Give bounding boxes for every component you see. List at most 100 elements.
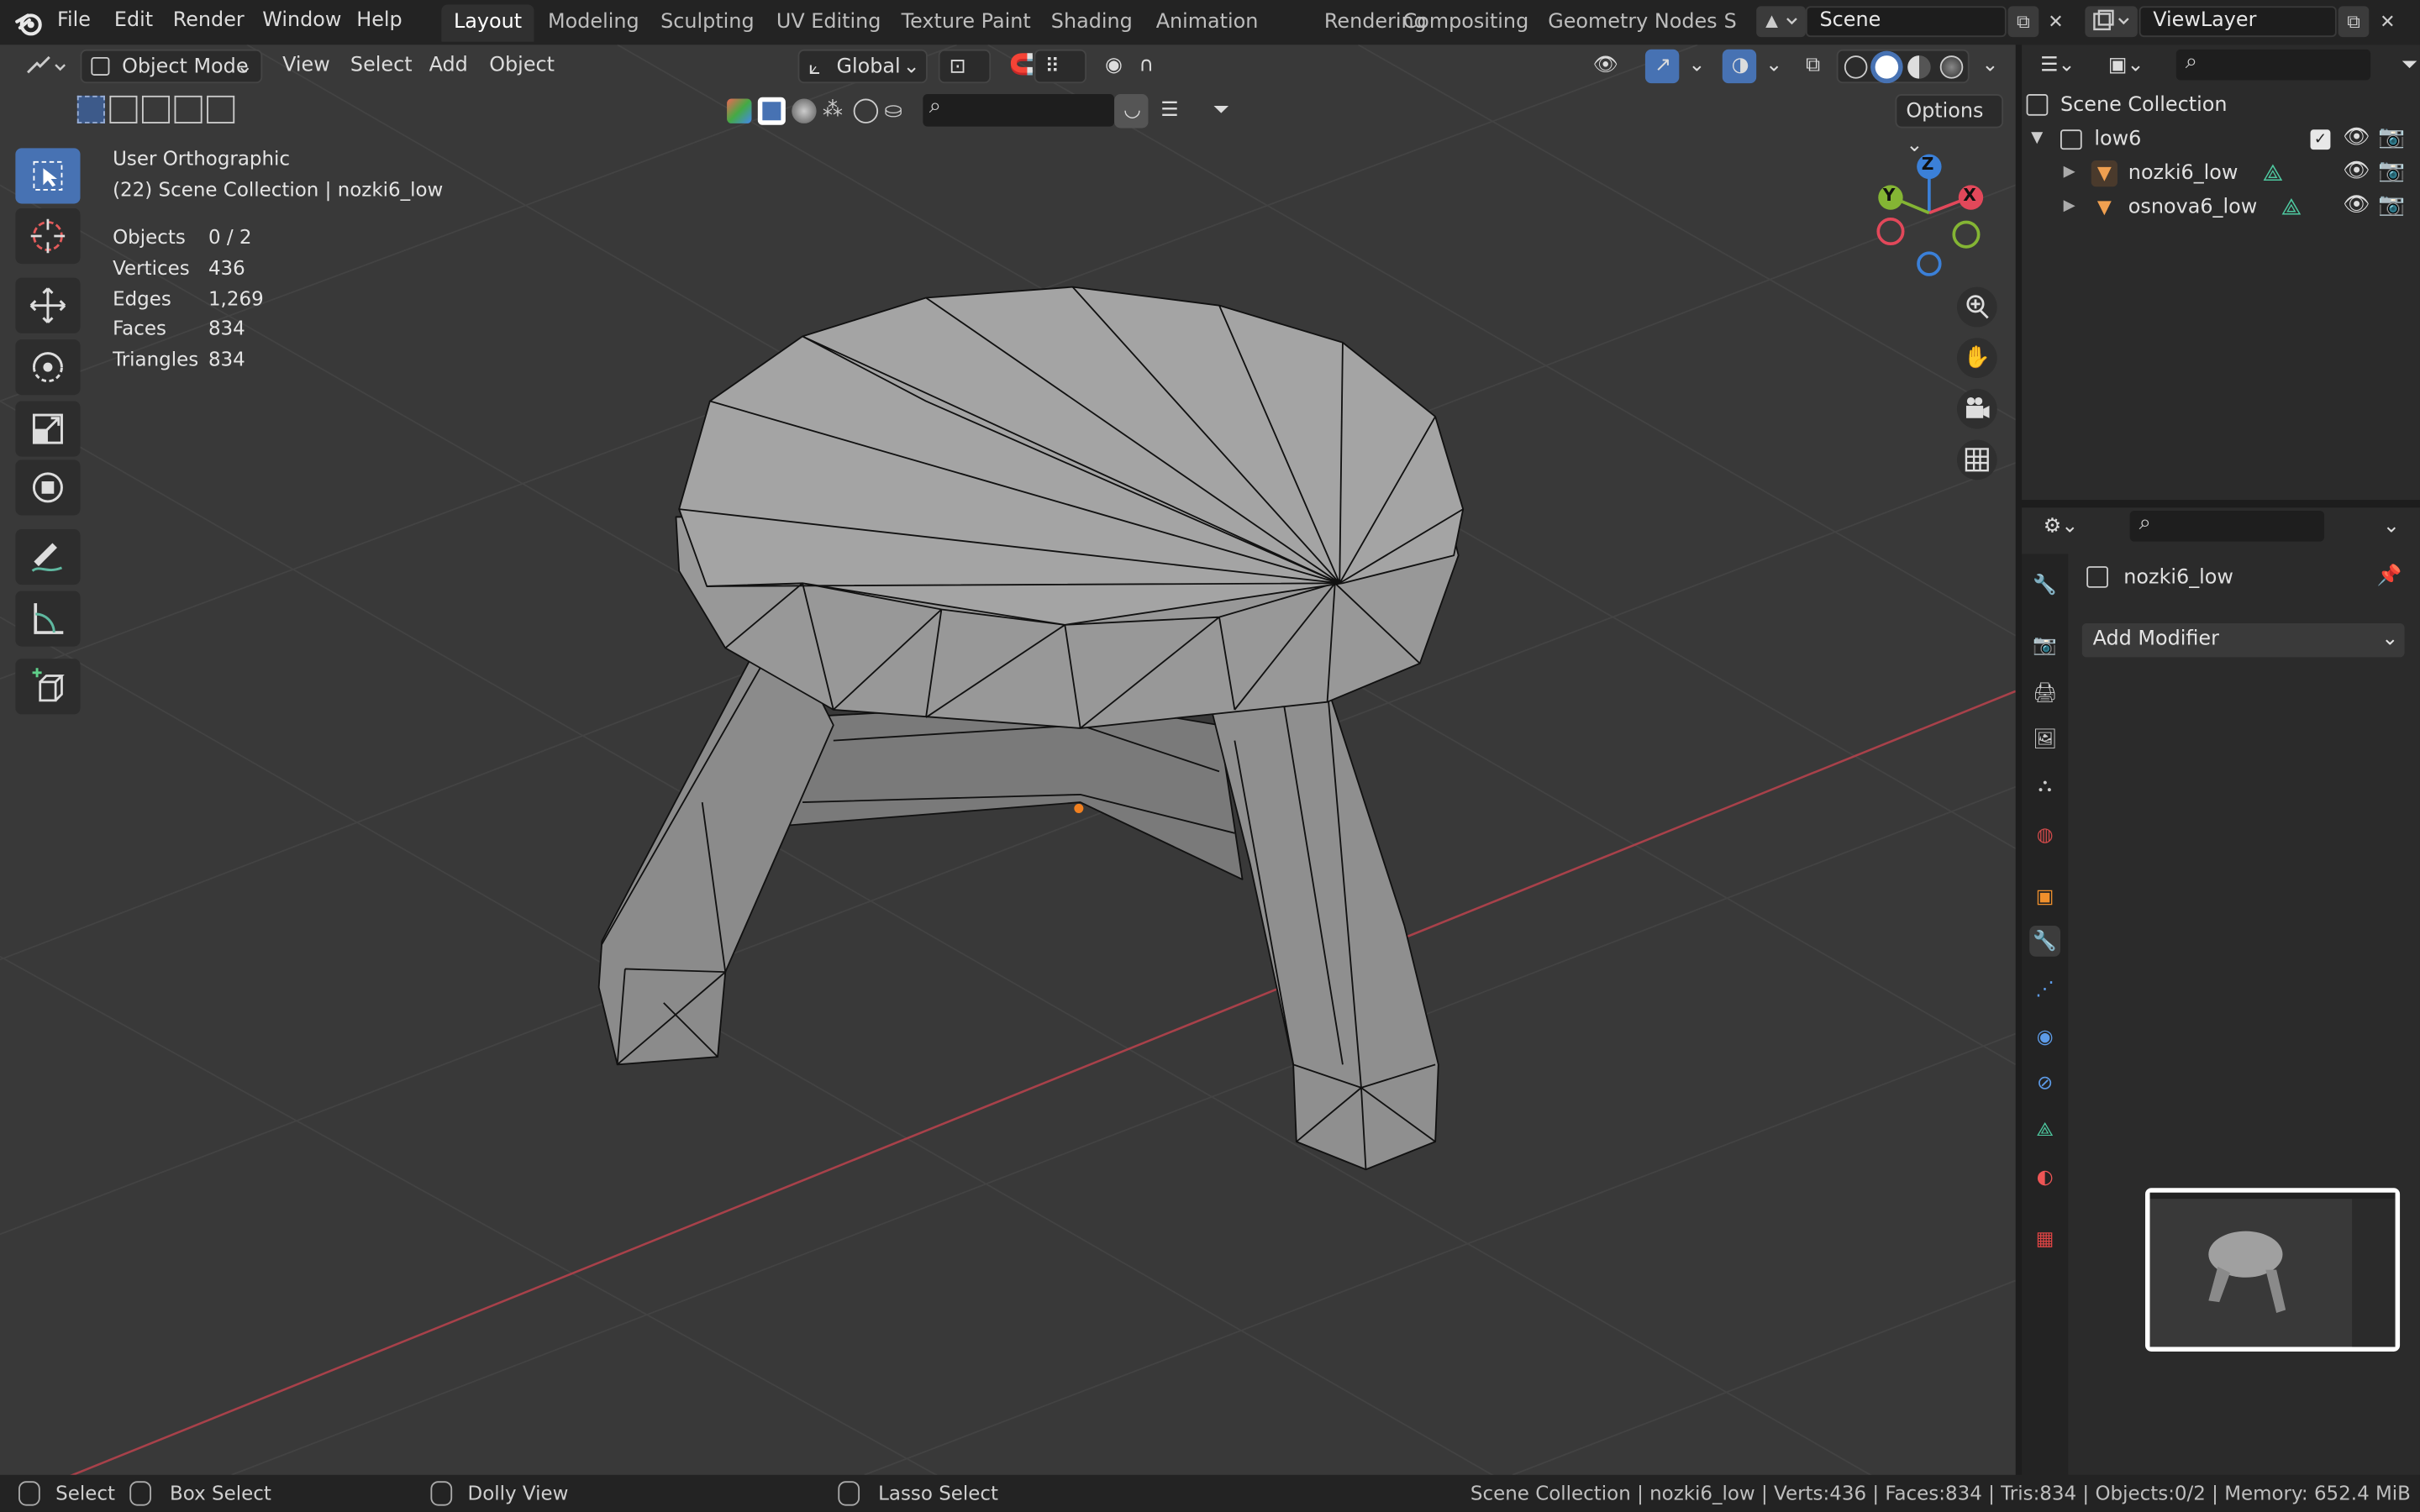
annotate-tool[interactable] <box>15 528 81 585</box>
menu-window[interactable]: Window <box>262 0 341 45</box>
select-intersect-icon[interactable] <box>207 95 235 123</box>
eye-icon[interactable]: 👁 <box>2343 125 2370 150</box>
mesh-data-icon[interactable]: ⟁ <box>2281 193 2302 221</box>
scene-selector-button[interactable] <box>1756 6 1806 38</box>
pan-hand-icon[interactable]: ✋ <box>1956 338 1997 378</box>
physics-properties-icon[interactable]: ◉ <box>2029 1020 2060 1051</box>
menu-file[interactable]: File <box>57 0 91 45</box>
gizmo-toggle-icon[interactable]: ↗ <box>1644 49 1680 84</box>
rendered-shading-icon[interactable] <box>1939 55 1964 79</box>
rotate-tool[interactable] <box>15 339 81 396</box>
expand-triangle-icon[interactable]: ▶ <box>2064 197 2075 214</box>
view-layer-selector-button[interactable] <box>2085 6 2138 38</box>
filter-icon[interactable]: ⏷ <box>1204 94 1254 128</box>
object-filter-icon[interactable] <box>757 97 786 125</box>
new-scene-icon[interactable]: ⧉ <box>2007 6 2039 38</box>
tab-scripting[interactable]: S <box>1721 5 1740 42</box>
view-layer-properties-icon[interactable]: 🖼 <box>2029 723 2060 754</box>
properties-editor-type-icon[interactable]: ⚙⌄ <box>2034 511 2090 544</box>
overlay-toggle-icon[interactable]: ◑ <box>1722 49 1757 84</box>
outliner-display-mode-icon[interactable]: ▣⌄ <box>2099 50 2154 83</box>
scale-tool[interactable] <box>15 401 81 457</box>
new-view-layer-icon[interactable]: ⧉ <box>2338 6 2370 38</box>
outliner-filter-icon[interactable]: ⏷ <box>2392 50 2420 83</box>
material-shading-icon[interactable] <box>1907 55 1931 79</box>
xray-toggle-icon[interactable]: ⧉ <box>1797 50 1830 83</box>
render-properties-icon[interactable]: 📷 <box>2029 629 2060 660</box>
outliner-editor-type-icon[interactable]: ☰⌄ <box>2031 50 2086 83</box>
outliner-object-nozki6[interactable]: nozki6_low <box>2128 162 2238 186</box>
menu-edit[interactable]: Edit <box>114 0 153 45</box>
camera-render-icon[interactable]: 📷 <box>2378 159 2405 183</box>
eye-icon[interactable]: 👁 <box>2343 193 2370 218</box>
overlay-dropdown-icon[interactable]: ⌄ <box>1756 50 1784 83</box>
measure-tool[interactable] <box>15 591 81 647</box>
data-properties-icon[interactable]: ⟁ <box>2029 1114 2060 1145</box>
world-filter-icon[interactable] <box>853 98 879 123</box>
ortho-grid-icon[interactable] <box>1956 439 1997 480</box>
menu-select[interactable]: Select <box>341 50 422 83</box>
properties-search-input[interactable]: ⌕ <box>2129 510 2325 542</box>
select-subtract-icon[interactable] <box>141 95 171 123</box>
select-extend-icon[interactable] <box>109 95 138 123</box>
mesh-data-icon[interactable]: ⟁ <box>2263 159 2284 186</box>
tab-uv-editing[interactable]: UV Editing <box>764 5 893 42</box>
options-dropdown[interactable]: Options ⌄ <box>1895 94 2004 157</box>
delete-scene-icon[interactable]: ✕ <box>2040 6 2071 37</box>
add-cube-tool[interactable] <box>15 659 81 715</box>
transform-tool[interactable] <box>15 459 81 516</box>
tab-shading[interactable]: Shading <box>1039 5 1144 42</box>
camera-view-icon[interactable] <box>1956 388 1997 429</box>
display-mode-icon[interactable]: ☰ <box>1151 94 1201 128</box>
texture-properties-icon[interactable]: ▦ <box>2029 1222 2060 1253</box>
navigation-gizmo[interactable]: Z Y X <box>1867 151 1991 278</box>
3d-viewport[interactable] <box>0 45 2016 1475</box>
visibility-dropdown-icon[interactable]: 👁 <box>1583 50 1635 83</box>
collection-checkbox[interactable]: ✓ <box>2310 129 2331 150</box>
particles-properties-icon[interactable]: ⋰ <box>2029 972 2060 1003</box>
transform-orientation-dropdown[interactable]: ⟀ Global ⌄ <box>797 49 928 84</box>
editor-type-button[interactable] <box>13 50 68 83</box>
delete-view-layer-icon[interactable]: ✕ <box>2372 6 2403 37</box>
modifier-properties-icon[interactable]: 🔧 <box>2029 926 2060 957</box>
snap-toggle-icon[interactable]: 🧲 <box>1000 50 1034 83</box>
tab-geometry-nodes[interactable]: Geometry Nodes <box>1536 5 1730 42</box>
asset-search-input[interactable]: ⌕ <box>923 94 1115 127</box>
scene-name-field[interactable]: Scene <box>1805 6 2007 38</box>
mode-dropdown[interactable]: Object Mode ⌄ <box>80 49 263 84</box>
cursor-tool[interactable] <box>15 207 81 265</box>
select-box-tool[interactable] <box>15 148 81 204</box>
add-modifier-dropdown[interactable]: Add Modifier ⌄ <box>2081 623 2405 658</box>
eye-icon[interactable]: 👁 <box>2343 159 2370 183</box>
outliner-collection-low6[interactable]: low6 <box>2094 128 2141 151</box>
material-properties-icon[interactable]: ◐ <box>2029 1160 2060 1191</box>
shading-dropdown-icon[interactable]: ⌄ <box>1972 50 2000 83</box>
menu-help[interactable]: Help <box>356 0 402 45</box>
camera-render-icon[interactable]: 📷 <box>2378 193 2405 218</box>
move-tool[interactable] <box>15 277 81 333</box>
camera-render-icon[interactable]: 📷 <box>2378 125 2405 150</box>
brush-filter-icon[interactable]: ⛀ <box>884 99 908 123</box>
tab-sculpting[interactable]: Sculpting <box>648 5 766 42</box>
output-properties-icon[interactable]: 🖨 <box>2029 677 2060 708</box>
proportional-falloff-icon[interactable]: ∩ <box>1129 50 1179 83</box>
solid-shading-icon[interactable] <box>1875 55 1899 79</box>
object-properties-icon[interactable]: ▣ <box>2029 879 2060 911</box>
tool-properties-icon[interactable]: 🔧 <box>2029 570 2060 601</box>
snap-target-button[interactable]: ⠿ <box>1034 49 1087 84</box>
scene-properties-icon[interactable]: ⛬ <box>2029 770 2060 801</box>
outliner-object-osnova6[interactable]: osnova6_low <box>2128 196 2257 219</box>
tab-layout[interactable]: Layout <box>441 4 534 42</box>
select-invert-icon[interactable] <box>174 95 203 123</box>
scene-data-icon[interactable] <box>727 98 752 123</box>
menu-add[interactable]: Add <box>420 50 477 83</box>
gizmo-dropdown-icon[interactable]: ⌄ <box>1679 50 1707 83</box>
expand-triangle-icon[interactable]: ▶ <box>2064 164 2075 181</box>
tab-animation[interactable]: Animation <box>1144 5 1270 42</box>
tab-compositing[interactable]: Compositing <box>1391 5 1541 42</box>
tab-texture-paint[interactable]: Texture Paint <box>889 5 1043 42</box>
pivot-point-button[interactable]: ⊡ <box>938 49 992 84</box>
material-filter-icon[interactable] <box>792 98 817 123</box>
menu-view[interactable]: View <box>273 50 339 83</box>
constraints-properties-icon[interactable]: ⊘ <box>2029 1066 2060 1097</box>
